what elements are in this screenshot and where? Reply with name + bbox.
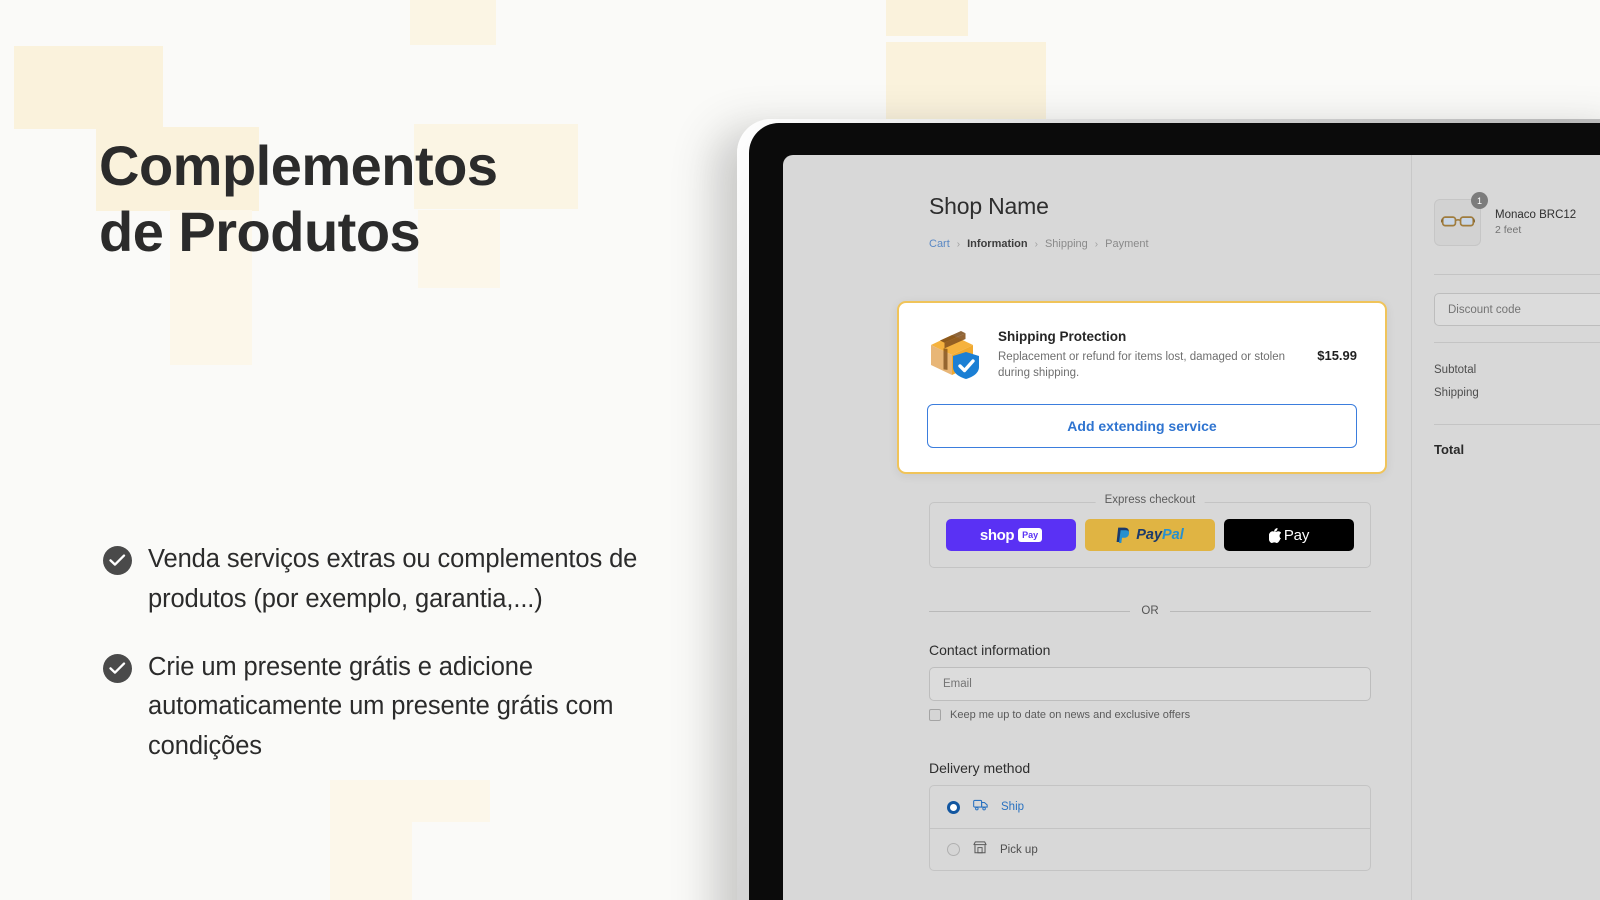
check-circle-icon — [103, 546, 132, 575]
page-title: Complementos de Produtos — [99, 133, 699, 265]
checkout-page: Shop Name Cart › Information › Shipping … — [783, 155, 1600, 900]
apple-pay-button[interactable]: Pay — [1224, 519, 1354, 551]
shop-pay-button[interactable]: shop Pay — [946, 519, 1076, 551]
delivery-option-ship[interactable]: Ship — [930, 786, 1370, 828]
shipping-label: Shipping — [1434, 387, 1479, 399]
or-label: OR — [1141, 605, 1159, 617]
truck-icon — [973, 798, 988, 816]
headline-line-1: Complementos — [99, 134, 498, 197]
or-divider: OR — [929, 605, 1371, 617]
divider-line-left — [929, 610, 1131, 612]
summary-divider-2 — [1434, 342, 1600, 343]
breadcrumb-item-information[interactable]: Information — [967, 238, 1028, 250]
paypal-wordmark-1: Pay — [1136, 527, 1163, 543]
delivery-option-pickup-label: Pick up — [1000, 843, 1038, 856]
shipping-protection-row: Shipping Protection Replacement or refun… — [927, 329, 1357, 382]
contact-information-heading: Contact information — [929, 642, 1051, 658]
shipping-protection-description: Replacement or refund for items lost, da… — [998, 351, 1286, 379]
paypal-icon — [1116, 527, 1130, 543]
breadcrumb-item-shipping[interactable]: Shipping — [1045, 238, 1088, 250]
store-icon — [973, 840, 987, 859]
summary-divider-3 — [1434, 424, 1600, 425]
express-checkout-buttons: shop Pay Pay Pal Pay — [946, 519, 1354, 551]
tablet-screen: Shop Name Cart › Information › Shipping … — [783, 155, 1600, 900]
product-name: Monaco BRC12 — [1495, 209, 1577, 221]
shop-pay-pill: Pay — [1018, 528, 1043, 542]
feature-list: Venda serviços extras ou complementos de… — [103, 540, 683, 795]
paypal-button[interactable]: Pay Pal — [1085, 519, 1215, 551]
divider-line-right — [1169, 610, 1371, 612]
apple-logo-icon — [1268, 527, 1281, 543]
apple-pay-wordmark: Pay — [1283, 526, 1310, 544]
package-shield-icon — [927, 330, 981, 380]
shipping-protection-copy: Shipping Protection Replacement or refun… — [998, 329, 1300, 382]
chevron-right-icon: › — [1094, 238, 1099, 250]
breadcrumb: Cart › Information › Shipping › Payment — [929, 238, 1149, 250]
delivery-option-pickup[interactable]: Pick up — [930, 828, 1370, 870]
email-input[interactable]: Email — [929, 667, 1371, 701]
delivery-option-ship-label: Ship — [1001, 801, 1025, 813]
breadcrumb-item-payment[interactable]: Payment — [1105, 238, 1148, 250]
deco-block-9 — [886, 0, 968, 36]
add-extending-service-button[interactable]: Add extending service — [927, 403, 1357, 448]
slide-canvas: Complementos de Produtos Venda serviços … — [0, 0, 1600, 900]
order-summary-sidebar: 1 Monaco BRC12 2 feet Discount code Subt… — [1411, 155, 1600, 900]
check-circle-icon — [103, 653, 132, 683]
list-item: Venda serviços extras ou complementos de… — [103, 540, 683, 620]
product-thumbnail: 1 — [1434, 192, 1488, 246]
eyeglasses-icon — [1439, 212, 1476, 234]
delivery-method-heading: Delivery method — [929, 760, 1031, 776]
express-checkout-section: Express checkout shop Pay Pay Pal Pay — [929, 494, 1371, 568]
shipping-protection-title: Shipping Protection — [998, 329, 1127, 344]
breadcrumb-item-cart[interactable]: Cart — [929, 238, 950, 250]
newsletter-checkbox-row[interactable]: Keep me up to date on news and exclusive… — [929, 709, 1190, 721]
radio-pickup[interactable] — [947, 843, 960, 856]
list-item: Crie um presente grátis e adicione autom… — [103, 648, 683, 767]
total-label: Total — [1434, 442, 1465, 457]
order-line-item: 1 Monaco BRC12 2 feet — [1434, 192, 1576, 246]
shipping-protection-card: Shipping Protection Replacement or refun… — [897, 301, 1387, 474]
product-variant: 2 feet — [1495, 224, 1522, 236]
shop-name-heading: Shop Name — [929, 193, 1049, 219]
newsletter-label: Keep me up to date on news and exclusive… — [950, 709, 1191, 721]
delivery-method-options: Ship Pick up — [929, 785, 1371, 871]
chevron-right-icon: › — [956, 238, 961, 250]
shipping-protection-price: $15.99 — [1317, 347, 1357, 363]
product-info: Monaco BRC12 2 feet — [1495, 209, 1576, 236]
tablet-device-mockup: Shop Name Cart › Information › Shipping … — [737, 119, 1600, 900]
express-checkout-legend: Express checkout — [1095, 494, 1205, 506]
paypal-wordmark-2: Pal — [1162, 527, 1184, 543]
discount-code-input[interactable]: Discount code — [1434, 293, 1600, 326]
shop-pay-wordmark: shop — [979, 526, 1015, 544]
radio-ship[interactable] — [947, 800, 960, 814]
chevron-right-icon: › — [1034, 238, 1038, 250]
summary-divider-1 — [1434, 274, 1600, 275]
marketing-panel: Complementos de Produtos Venda serviços … — [0, 0, 720, 900]
subtotal-label: Subtotal — [1434, 364, 1477, 376]
newsletter-checkbox[interactable] — [929, 709, 941, 721]
feature-text-1: Venda serviços extras ou complementos de… — [148, 545, 638, 613]
feature-text-2: Crie um presente grátis e adicione autom… — [148, 652, 614, 761]
quantity-badge: 1 — [1471, 192, 1488, 209]
headline-line-2: de Produtos — [99, 200, 421, 264]
checkout-main-column: Shop Name Cart › Information › Shipping … — [783, 155, 1411, 900]
